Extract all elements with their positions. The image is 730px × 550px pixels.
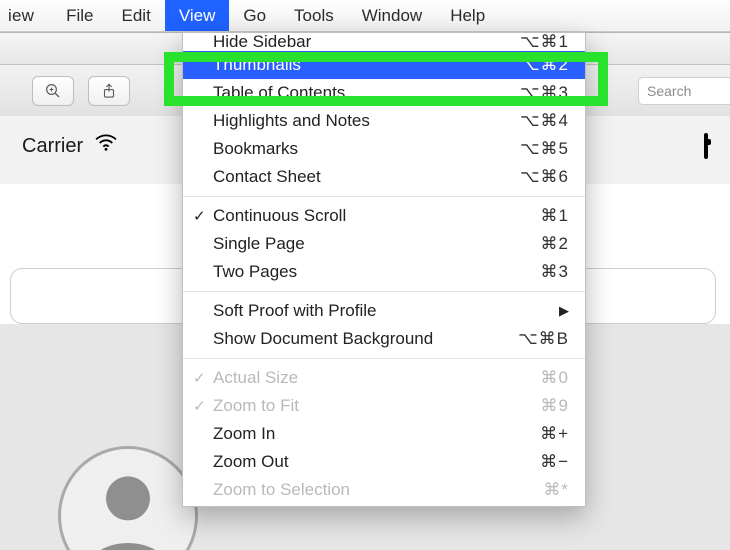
menu-item-label: Single Page [213,234,541,254]
menu-item-highlights-and-notes[interactable]: Highlights and Notes⌥⌘4 [183,107,585,135]
menu-item-shortcut: ⌘9 [541,396,569,416]
menu-item-shortcut: ⌥⌘6 [520,167,569,187]
menu-item-label: Zoom to Fit [213,396,541,416]
share-icon [100,82,118,100]
menu-item-table-of-contents[interactable]: Table of Contents⌥⌘3 [183,79,585,107]
menu-item-label: Hide Sidebar [213,33,520,51]
check-icon: ✓ [193,369,206,387]
submenu-arrow-icon: ▶ [559,303,569,319]
menu-item-shortcut: ⌥⌘B [518,329,569,349]
menu-item-label: Bookmarks [213,139,520,159]
menu-item-label: Zoom Out [213,452,540,472]
menu-item-shortcut: ⌥⌘3 [520,83,569,103]
check-icon: ✓ [193,207,206,225]
menu-separator [183,358,585,359]
menu-file[interactable]: File [52,0,107,31]
menu-item-two-pages[interactable]: Two Pages⌘3 [183,258,585,286]
menu-separator [183,196,585,197]
carrier-label: Carrier [22,135,83,158]
menu-item-label: Thumbnails [213,55,520,75]
menu-item-zoom-to-selection: Zoom to Selection⌘* [183,476,585,504]
menu-item-zoom-in[interactable]: Zoom In⌘+ [183,420,585,448]
search-input[interactable]: Search [638,77,730,105]
menu-item-shortcut: ⌘2 [541,234,569,254]
menu-tools[interactable]: Tools [280,0,348,31]
menu-item-label: Zoom In [213,424,540,444]
menu-item-shortcut: ⌥⌘2 [520,55,569,75]
menu-separator [183,291,585,292]
menu-item-shortcut: ⌘* [543,480,569,500]
menu-item-label: Continuous Scroll [213,206,541,226]
view-menu-dropdown: Hide Sidebar⌥⌘1Thumbnails⌥⌘2Table of Con… [182,32,586,507]
menu-item-bookmarks[interactable]: Bookmarks⌥⌘5 [183,135,585,163]
wifi-icon [95,134,117,158]
menu-item-shortcut: ⌥⌘1 [520,33,569,51]
menu-item-continuous-scroll[interactable]: ✓ Continuous Scroll⌘1 [183,202,585,230]
menu-item-shortcut: ⌘1 [541,206,569,226]
menu-item-label: Zoom to Selection [213,480,543,500]
battery-icon [704,133,708,159]
menu-item-shortcut: ⌘3 [541,262,569,282]
system-menubar: iew File Edit View Go Tools Window Help [0,0,730,32]
menu-go[interactable]: Go [229,0,280,31]
menu-item-label: Table of Contents [213,83,520,103]
menu-item-actual-size: ✓ Actual Size⌘0 [183,364,585,392]
menu-view[interactable]: View [165,0,230,31]
menu-item-zoom-out[interactable]: Zoom Out⌘− [183,448,585,476]
menu-item-shortcut: ⌥⌘4 [520,111,569,131]
menu-item-soft-proof-with-profile[interactable]: Soft Proof with Profile▶ [183,297,585,325]
menu-item-shortcut: ⌘0 [541,368,569,388]
menu-item-shortcut: ⌘+ [540,424,569,444]
check-icon: ✓ [193,397,206,415]
menu-item-label: Show Document Background [213,329,518,349]
menu-item-thumbnails[interactable]: Thumbnails⌥⌘2 [183,51,585,79]
zoom-in-button[interactable] [32,76,74,106]
menu-edit[interactable]: Edit [108,0,165,31]
menu-item-label: Highlights and Notes [213,111,520,131]
app-menu[interactable]: iew [0,0,52,31]
menu-item-hide-sidebar[interactable]: Hide Sidebar⌥⌘1 [183,33,585,51]
magnifier-plus-icon [44,82,62,100]
menu-item-label: Two Pages [213,262,541,282]
person-silhouette-icon [73,461,183,550]
menu-item-show-document-background[interactable]: Show Document Background⌥⌘B [183,325,585,353]
menu-window[interactable]: Window [348,0,436,31]
menu-item-label: Contact Sheet [213,167,520,187]
search-placeholder: Search [647,83,691,99]
menu-item-zoom-to-fit: ✓ Zoom to Fit⌘9 [183,392,585,420]
menu-item-single-page[interactable]: Single Page⌘2 [183,230,585,258]
menu-item-shortcut: ⌥⌘5 [520,139,569,159]
menu-item-label: Actual Size [213,368,541,388]
share-button[interactable] [88,76,130,106]
menu-item-contact-sheet[interactable]: Contact Sheet⌥⌘6 [183,163,585,191]
menu-item-label: Soft Proof with Profile [213,301,559,321]
menu-item-shortcut: ⌘− [540,452,569,472]
menu-help[interactable]: Help [436,0,499,31]
